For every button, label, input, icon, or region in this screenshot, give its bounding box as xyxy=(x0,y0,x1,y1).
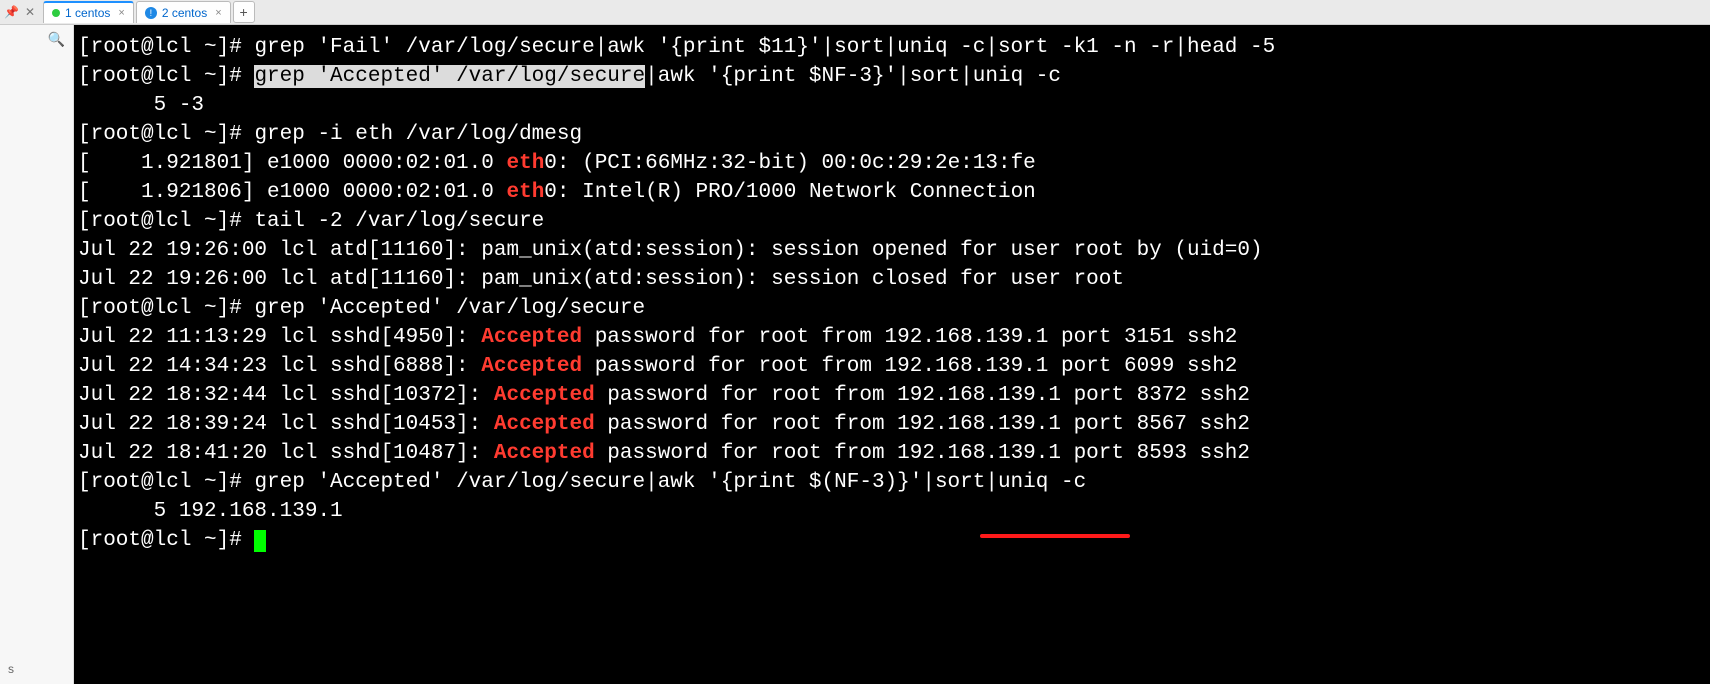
output-line: 0: (PCI:66MHz:32-bit) 00:0c:29:2e:13:fe xyxy=(544,152,1035,175)
output-line: password for root from 192.168.139.1 por… xyxy=(595,413,1250,436)
main-area: 🔍 s [root@lcl ~]# grep 'Fail' /var/log/s… xyxy=(0,25,1710,684)
output-line: Jul 22 18:41:20 lcl sshd[10487]: xyxy=(78,442,494,465)
close-panel-icon[interactable]: ✕ xyxy=(25,5,35,19)
prompt: [root@lcl ~]# xyxy=(78,529,254,552)
tab-close-icon[interactable]: × xyxy=(215,7,221,19)
output-line: Jul 22 19:26:00 lcl atd[11160]: pam_unix… xyxy=(78,268,1124,291)
match-accepted: Accepted xyxy=(494,442,595,465)
match-accepted: Accepted xyxy=(494,413,595,436)
tab-2-centos[interactable]: ! 2 centos × xyxy=(136,1,231,23)
sidebar: 🔍 s xyxy=(0,25,74,684)
output-line: password for root from 192.168.139.1 por… xyxy=(595,442,1250,465)
prompt: [root@lcl ~]# xyxy=(78,471,254,494)
prompt: [root@lcl ~]# xyxy=(78,297,254,320)
output-line: password for root from 192.168.139.1 por… xyxy=(595,384,1250,407)
selected-text: grep 'Accepted' /var/log/secure xyxy=(254,65,645,88)
terminal[interactable]: [root@lcl ~]# grep 'Fail' /var/log/secur… xyxy=(74,25,1710,684)
match-eth: eth xyxy=(506,152,544,175)
search-icon[interactable]: 🔍 xyxy=(48,31,65,48)
prompt: [root@lcl ~]# xyxy=(78,36,254,59)
match-accepted: Accepted xyxy=(481,355,582,378)
pin-icon[interactable]: 📌 xyxy=(4,5,19,19)
prompt: [root@lcl ~]# xyxy=(78,123,254,146)
cursor-icon xyxy=(254,530,266,552)
status-dot-icon xyxy=(52,9,60,17)
output-line: 0: Intel(R) PRO/1000 Network Connection xyxy=(544,181,1035,204)
match-accepted: Accepted xyxy=(494,384,595,407)
output-line: Jul 22 14:34:23 lcl sshd[6888]: xyxy=(78,355,481,378)
tab-close-icon[interactable]: × xyxy=(118,7,124,19)
output-line: [ 1.921801] e1000 0000:02:01.0 xyxy=(78,152,506,175)
cmd-line-5: grep 'Accepted' /var/log/secure xyxy=(254,297,645,320)
output-line: [ 1.921806] e1000 0000:02:01.0 xyxy=(78,181,506,204)
sidebar-bottom-label: s xyxy=(4,658,18,680)
tab-label: 2 centos xyxy=(162,6,207,20)
output-line: Jul 22 18:39:24 lcl sshd[10453]: xyxy=(78,413,494,436)
prompt: [root@lcl ~]# xyxy=(78,210,254,233)
cmd-line-6: grep 'Accepted' /var/log/secure|awk '{pr… xyxy=(254,471,1086,494)
info-dot-icon: ! xyxy=(145,7,157,19)
output-line: Jul 22 11:13:29 lcl sshd[4950]: xyxy=(78,326,481,349)
output-line: Jul 22 18:32:44 lcl sshd[10372]: xyxy=(78,384,494,407)
tab-bar: 📌 ✕ 1 centos × ! 2 centos × + xyxy=(0,0,1710,25)
output-line: 5 192.168.139.1 xyxy=(78,500,343,523)
tab-1-centos[interactable]: 1 centos × xyxy=(43,1,134,23)
tab-label: 1 centos xyxy=(65,6,110,20)
cmd-line-2-rest: |awk '{print $NF-3}'|sort|uniq -c xyxy=(645,65,1061,88)
output-line: Jul 22 19:26:00 lcl atd[11160]: pam_unix… xyxy=(78,239,1263,262)
match-accepted: Accepted xyxy=(481,326,582,349)
add-tab-button[interactable]: + xyxy=(233,1,255,23)
output-line: 5 -3 xyxy=(78,94,204,117)
match-eth: eth xyxy=(506,181,544,204)
hand-drawn-underline-annotation xyxy=(980,534,1130,538)
cmd-line-3: grep -i eth /var/log/dmesg xyxy=(254,123,582,146)
cmd-line-1: grep 'Fail' /var/log/secure|awk '{print … xyxy=(254,36,1275,59)
output-line: password for root from 192.168.139.1 por… xyxy=(582,355,1237,378)
prompt: [root@lcl ~]# xyxy=(78,65,254,88)
cmd-line-4: tail -2 /var/log/secure xyxy=(254,210,544,233)
output-line: password for root from 192.168.139.1 por… xyxy=(582,326,1237,349)
